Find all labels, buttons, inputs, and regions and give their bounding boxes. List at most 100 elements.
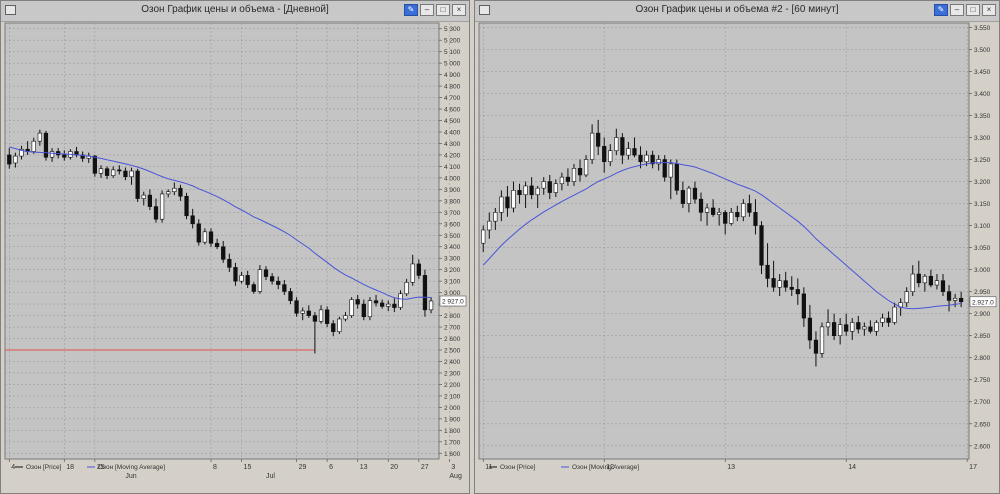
candle-body — [325, 309, 330, 324]
candle-body — [493, 212, 498, 222]
candle-body — [147, 194, 153, 207]
y-tick-label: 5 100 — [444, 49, 461, 56]
y-tick-label: 2 700 — [444, 325, 461, 332]
close-button[interactable]: × — [982, 4, 996, 16]
candle-body — [946, 291, 952, 301]
x-month-label: Aug — [449, 473, 462, 480]
y-tick-label: 5 200 — [444, 38, 461, 45]
candle-body — [337, 318, 342, 332]
candle-body — [632, 148, 637, 156]
candle-body — [729, 212, 734, 224]
candle-body — [373, 300, 379, 304]
y-tick-label: 1 900 — [444, 416, 461, 423]
candle — [367, 297, 373, 321]
last-price-label: 2 927.0 — [442, 299, 464, 306]
daily-price-chart[interactable]: 1 600 1 700 1 800 1 900 2 000 2 100 2 200 2 300… — [1, 21, 469, 493]
candle-body — [928, 275, 934, 286]
candle-body — [777, 280, 782, 288]
candle-body — [178, 187, 183, 197]
x-month-label: Jun — [125, 473, 136, 480]
y-tick-label: 1 600 — [444, 451, 461, 458]
candle-body — [416, 263, 421, 276]
y-tick-label: 3.150 — [974, 201, 991, 208]
candle-body — [355, 299, 360, 305]
y-tick-label: 4 800 — [444, 84, 461, 91]
x-tick-label: 18 — [66, 464, 74, 471]
daily-chart-window[interactable]: Озон График цены и объема - [Дневной] ✎ … — [0, 0, 470, 494]
candle-body — [626, 148, 631, 156]
candle-body — [735, 212, 740, 218]
candle-body — [49, 151, 55, 158]
y-tick-label: 2 500 — [444, 348, 461, 355]
y-tick-label: 3 100 — [444, 279, 461, 286]
candle-body — [789, 286, 794, 290]
y-tick-label: 3.550 — [974, 25, 991, 32]
x-tick-label: 20 — [390, 464, 398, 471]
candle-body — [801, 293, 806, 319]
daily-chart-titlebar[interactable]: Озон График цены и объема - [Дневной] ✎ … — [1, 1, 469, 22]
hourly-price-chart[interactable]: 2.600 2.650 2.700 2.750 2.800 2.850 2.900 2.950… — [475, 21, 999, 493]
candle-body — [692, 187, 698, 200]
y-tick-label: 3.250 — [974, 157, 991, 164]
candle-body — [553, 183, 558, 193]
candle-body — [37, 132, 42, 142]
candle-body — [306, 310, 311, 316]
candle-body — [819, 326, 825, 354]
close-button[interactable]: × — [452, 4, 466, 16]
candle-body — [590, 132, 595, 160]
y-tick-label: 2.750 — [974, 377, 991, 384]
candle-body — [428, 300, 434, 311]
y-tick-label: 3 700 — [444, 210, 461, 217]
y-tick-label: 2.900 — [974, 311, 991, 318]
candle-body — [172, 187, 177, 192]
candle-body — [523, 185, 528, 196]
pin-icon[interactable]: ✎ — [934, 4, 948, 16]
candle-body — [276, 280, 281, 285]
candle-body — [795, 289, 800, 295]
y-tick-label: 3.450 — [974, 69, 991, 76]
candle-body — [614, 137, 619, 152]
hourly-chart-titlebar[interactable]: Озон График цены и объема #2 - [60 минут… — [475, 1, 999, 22]
y-tick-label: 3 200 — [444, 267, 461, 274]
candle — [337, 316, 342, 334]
hourly-chart-window[interactable]: Озон График цены и объема #2 - [60 минут… — [474, 0, 1000, 494]
candle-body — [644, 154, 649, 163]
plot-area[interactable] — [478, 22, 970, 460]
candle-body — [656, 159, 661, 165]
candle-body — [300, 310, 305, 314]
candle-body — [759, 225, 764, 266]
candle-body — [135, 170, 140, 199]
candle-body — [541, 181, 546, 189]
window-controls: ✎ – □ × — [934, 4, 996, 16]
candle-body — [892, 306, 897, 323]
maximize-button[interactable]: □ — [436, 4, 450, 16]
y-tick-label: 5 300 — [444, 26, 461, 33]
candle-body — [880, 317, 885, 323]
candle-body — [904, 291, 909, 303]
candle-body — [825, 322, 831, 328]
candle-body — [31, 140, 36, 152]
y-tick-label: 3.200 — [974, 179, 991, 186]
x-tick-label: 15 — [244, 464, 252, 471]
candle — [422, 269, 428, 317]
minimize-button[interactable]: – — [420, 4, 434, 16]
plot-area[interactable] — [4, 22, 440, 460]
candle-body — [62, 154, 67, 158]
x-month-label: Jul — [266, 473, 275, 480]
pin-icon[interactable]: ✎ — [404, 4, 418, 16]
candle-body — [571, 168, 577, 182]
y-tick-label: 3.350 — [974, 113, 991, 120]
candle-body — [959, 297, 964, 303]
maximize-button[interactable]: □ — [966, 4, 980, 16]
y-tick-label: 2.650 — [974, 421, 991, 428]
candle-body — [98, 168, 104, 174]
y-tick-label: 2 600 — [444, 336, 461, 343]
candle-body — [674, 163, 679, 191]
candle-body — [487, 220, 492, 231]
minimize-button[interactable]: – — [950, 4, 964, 16]
candle-body — [386, 303, 391, 307]
candle-body — [288, 291, 293, 301]
candle-body — [294, 300, 299, 314]
candle-body — [910, 273, 915, 292]
candle-body — [741, 203, 746, 218]
